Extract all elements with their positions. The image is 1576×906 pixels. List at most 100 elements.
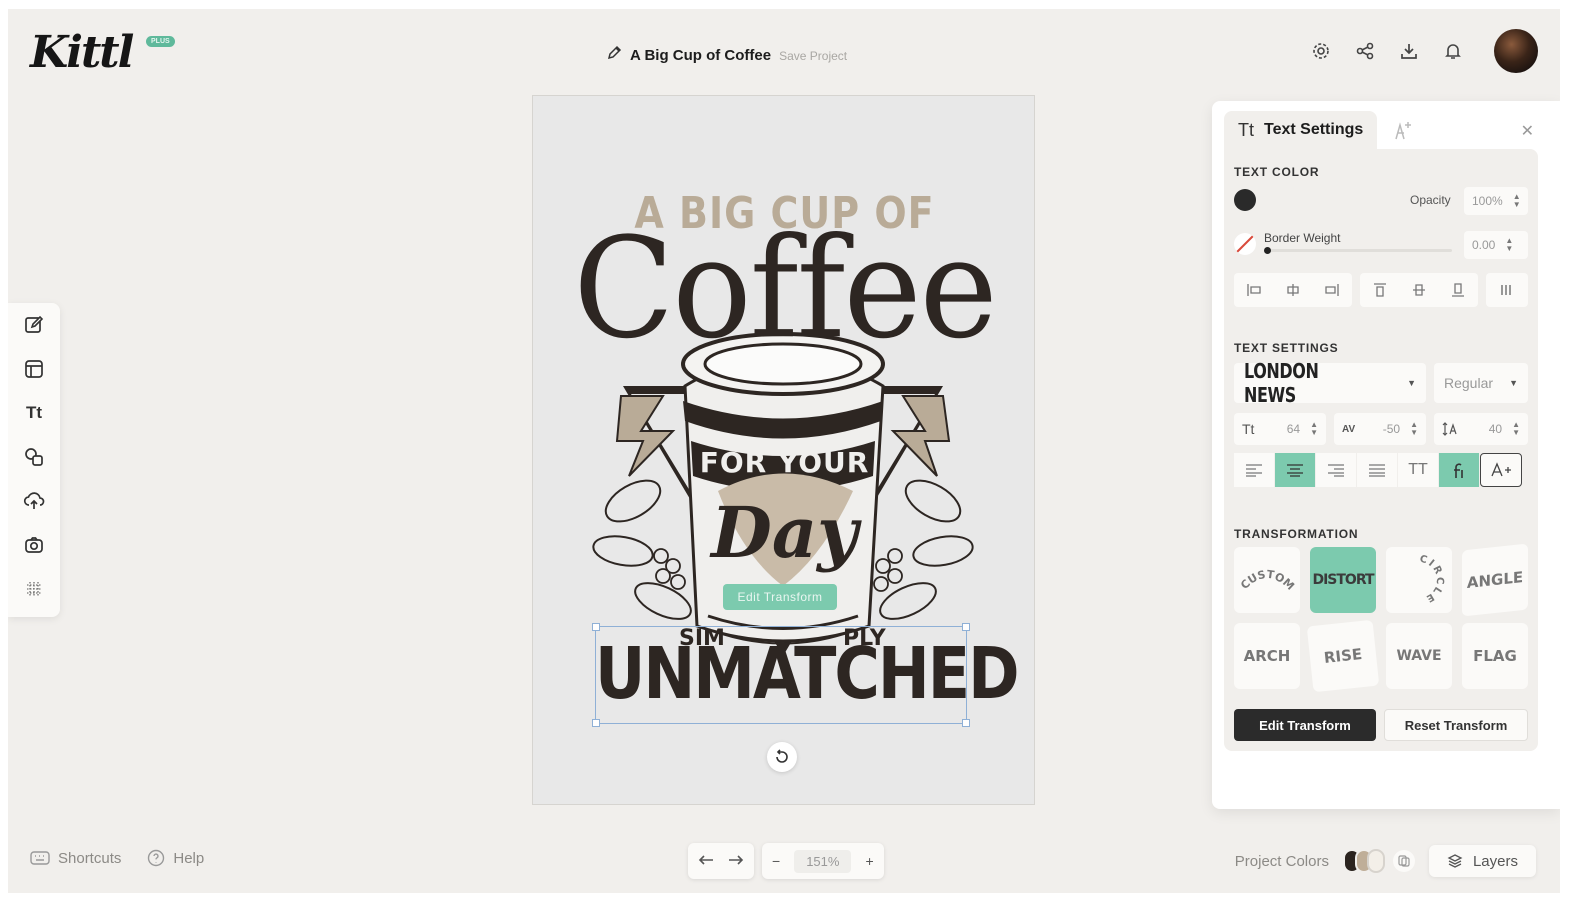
templates-icon[interactable] xyxy=(22,357,46,381)
transform-arch[interactable]: ARCH xyxy=(1234,623,1300,689)
text-settings-panel: Tt Text Settings ✕ TEXT COLOR Opacity 10… xyxy=(1212,101,1560,809)
transform-custom[interactable]: CUSTOM xyxy=(1234,547,1300,613)
zoom-in-button[interactable]: + xyxy=(865,853,873,869)
design-unmatched-text[interactable]: UNMATCHED xyxy=(595,621,1020,727)
ligature-icon[interactable] xyxy=(1439,453,1479,487)
stepper-icon[interactable]: ▲ ▼ xyxy=(1505,237,1513,253)
text-justify-icon[interactable] xyxy=(1357,453,1397,487)
distribute-group xyxy=(1486,273,1528,307)
project-title[interactable]: A Big Cup of Coffee xyxy=(630,47,771,64)
user-avatar[interactable] xyxy=(1494,29,1538,73)
distribute-icon[interactable] xyxy=(1494,278,1518,302)
opacity-input[interactable]: 100% ▲ ▼ xyxy=(1464,187,1528,215)
grid-icon[interactable] xyxy=(22,577,46,601)
font-style-select[interactable]: Regular ▼ xyxy=(1434,363,1528,403)
history-controls xyxy=(688,843,754,879)
svg-text:CUSTOM: CUSTOM xyxy=(1239,568,1295,593)
align-right-icon[interactable] xyxy=(1321,278,1344,302)
design-artboard[interactable]: A BIG CUP OF Coffee FOR YOUR Day Edit Tr… xyxy=(532,95,1035,805)
align-middle-icon[interactable] xyxy=(1407,278,1430,302)
align-bottom-icon[interactable] xyxy=(1447,278,1470,302)
border-color-swatch[interactable] xyxy=(1234,233,1256,255)
edit-transform-chip[interactable]: Edit Transform xyxy=(723,584,837,610)
bell-icon[interactable] xyxy=(1442,40,1464,62)
upload-icon[interactable] xyxy=(22,489,46,513)
border-weight-slider[interactable] xyxy=(1264,247,1452,254)
transform-rise[interactable]: RISE xyxy=(1306,619,1380,693)
line-height-input[interactable]: 40 ▲ ▼ xyxy=(1434,413,1528,445)
tab-effects[interactable] xyxy=(1377,111,1431,149)
border-weight-value: 0.00 xyxy=(1472,238,1496,252)
stepper-icon[interactable]: ▲ ▼ xyxy=(1310,421,1318,437)
shortcuts-link[interactable]: Shortcuts xyxy=(30,849,121,867)
text-color-swatch[interactable] xyxy=(1234,189,1256,211)
save-project-link[interactable]: Save Project xyxy=(779,49,847,63)
share-icon[interactable] xyxy=(1354,40,1376,62)
zoom-out-button[interactable]: − xyxy=(772,853,780,869)
design-headline-coffee[interactable]: Coffee xyxy=(533,210,1036,368)
text-icon[interactable]: Tt xyxy=(22,401,46,425)
pencil-icon[interactable] xyxy=(606,45,622,66)
text-align-center-icon[interactable] xyxy=(1275,453,1315,487)
rotate-icon xyxy=(776,749,788,763)
transform-wave[interactable]: WAVE xyxy=(1386,623,1452,689)
uppercase-toggle[interactable]: TT xyxy=(1398,453,1438,487)
opacity-label: Opacity xyxy=(1410,193,1451,207)
zoom-controls: − 151% + xyxy=(762,843,884,879)
vertical-align-group xyxy=(1360,273,1478,307)
font-size-input[interactable]: Tt 64 ▲ ▼ xyxy=(1234,413,1326,445)
design-script-day[interactable]: Day xyxy=(533,491,1036,574)
letter-spacing-icon: AV xyxy=(1342,423,1356,435)
bottom-left-links: Shortcuts Help xyxy=(30,849,204,867)
font-family-select[interactable]: LONDON NEWS ▼ xyxy=(1234,359,1426,407)
tab-text-settings[interactable]: Tt Text Settings xyxy=(1224,111,1378,149)
color-palette-icon[interactable] xyxy=(1392,850,1415,872)
font-size-icon: Tt xyxy=(1242,421,1255,437)
add-font-icon[interactable] xyxy=(1480,453,1522,487)
transform-flag[interactable]: FLAG xyxy=(1462,623,1528,689)
transform-distort[interactable]: DISTORT xyxy=(1310,547,1376,613)
settings-icon[interactable] xyxy=(1310,40,1332,62)
kittl-logo[interactable]: Kittl xyxy=(30,27,134,78)
border-weight-label: Border Weight xyxy=(1264,231,1341,245)
rotate-handle[interactable] xyxy=(767,742,797,772)
edit-icon[interactable] xyxy=(22,313,46,337)
shapes-icon[interactable] xyxy=(22,445,46,469)
reset-transform-button[interactable]: Reset Transform xyxy=(1384,709,1528,741)
layers-button[interactable]: Layers xyxy=(1428,845,1536,877)
align-top-icon[interactable] xyxy=(1368,278,1391,302)
edit-transform-button[interactable]: Edit Transform xyxy=(1234,709,1376,741)
transform-angle[interactable]: ANGLE xyxy=(1462,543,1528,617)
slider-thumb[interactable] xyxy=(1264,247,1271,254)
transformation-heading: TRANSFORMATION xyxy=(1234,527,1359,541)
font-size-value: 64 xyxy=(1286,422,1301,436)
stepper-icon[interactable]: ▲ ▼ xyxy=(1512,421,1520,437)
design-cup-band-text[interactable]: FOR YOUR xyxy=(533,446,1036,479)
layers-label: Layers xyxy=(1472,852,1518,870)
align-left-icon[interactable] xyxy=(1242,278,1265,302)
align-center-h-icon[interactable] xyxy=(1281,278,1304,302)
camera-icon[interactable] xyxy=(22,533,46,557)
letter-spacing-input[interactable]: AV -50 ▲ ▼ xyxy=(1334,413,1426,445)
bottom-right-controls: Project Colors Layers xyxy=(1235,845,1536,877)
redo-icon[interactable] xyxy=(728,853,744,869)
download-icon[interactable] xyxy=(1398,40,1420,62)
project-colors-swatches[interactable] xyxy=(1342,849,1415,873)
text-align-right-icon[interactable] xyxy=(1316,453,1356,487)
text-align-left-icon[interactable] xyxy=(1234,453,1274,487)
line-height-value: 40 xyxy=(1488,422,1503,436)
undo-icon[interactable] xyxy=(698,853,714,869)
help-link[interactable]: Help xyxy=(147,849,204,867)
close-icon[interactable]: ✕ xyxy=(1521,121,1534,141)
help-icon xyxy=(148,849,165,867)
transform-circle[interactable]: CIRCLE xyxy=(1386,547,1452,613)
left-toolbar: Tt xyxy=(8,303,60,617)
transform-label: CIRCLE xyxy=(1418,554,1443,605)
border-weight-input[interactable]: 0.00 ▲ ▼ xyxy=(1464,231,1528,259)
swatch-light[interactable] xyxy=(1366,849,1385,873)
tab-text-settings-label: Text Settings xyxy=(1264,121,1364,138)
stepper-icon[interactable]: ▲ ▼ xyxy=(1410,421,1418,437)
stepper-icon[interactable]: ▲ ▼ xyxy=(1513,193,1521,209)
zoom-level[interactable]: 151% xyxy=(794,849,852,873)
circle-transform-preview: CIRCLE xyxy=(1418,554,1443,605)
